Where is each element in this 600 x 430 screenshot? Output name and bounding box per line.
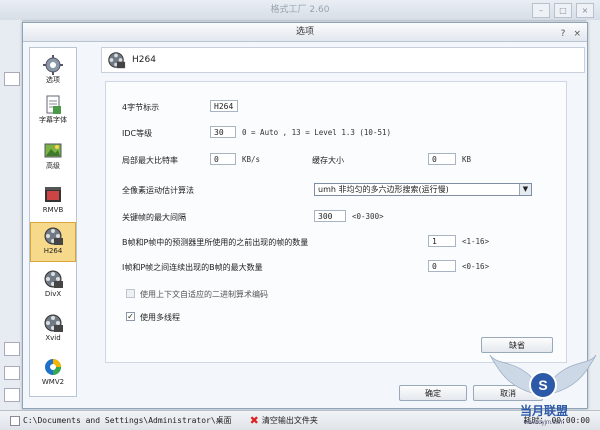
output-path[interactable]: C:\Documents and Settings\Administrator\…: [10, 415, 232, 426]
sidebar-item-label: WMV2: [41, 378, 65, 386]
content-title: H264: [132, 55, 156, 65]
sidebar-item-label: RMVB: [42, 206, 64, 214]
maximize-button[interactable]: □: [554, 3, 572, 18]
multithread-label: 使用多线程: [140, 313, 180, 322]
status-bar: C:\Documents and Settings\Administrator\…: [0, 410, 600, 430]
idc-label: IDC等级: [122, 129, 153, 138]
motion-estimation-value: umh 非均匀的多六边形搜索(运行慢): [318, 185, 449, 194]
sidebar-item-h264[interactable]: H264: [30, 222, 76, 262]
keyint-label: 关键帧的最大间隔: [122, 213, 186, 222]
cabac-checkbox[interactable]: [126, 289, 135, 298]
ref-frames-label: B帧和P帧中的预测器里所使用的之前出现的帧的数量: [122, 238, 309, 247]
film-reel-icon: [44, 227, 63, 245]
dialog-title: 选项: [295, 27, 314, 37]
sidebar-item-divx[interactable]: DivX: [30, 266, 76, 306]
sidebar-item-options[interactable]: 选项: [30, 52, 76, 92]
sidebar-item-label: 字幕字体: [39, 116, 67, 124]
ref-frames-hint: <1-16>: [462, 237, 490, 246]
app-right-panel: [586, 20, 600, 410]
panel-toggle-icon[interactable]: [4, 72, 20, 86]
document-icon: [46, 95, 61, 114]
bframes-input[interactable]: 0: [428, 260, 456, 272]
clear-output-label: 清空输出文件夹: [261, 416, 318, 425]
minimize-button[interactable]: –: [532, 3, 550, 18]
sidebar-item-wmv2[interactable]: WMV2: [30, 354, 76, 394]
film-reel-icon: [108, 52, 126, 69]
image-icon: [44, 143, 62, 158]
bitrate-unit: KB/s: [242, 155, 261, 164]
idc-input[interactable]: 30: [210, 126, 236, 138]
film-reel-icon: [44, 270, 63, 288]
bitrate-input[interactable]: 0: [210, 153, 236, 165]
close-button[interactable]: ×: [576, 3, 594, 18]
sidebar-item-xvid[interactable]: Xvid: [30, 310, 76, 350]
fourcc-input[interactable]: H264: [210, 100, 238, 112]
sidebar-item-label: Xvid: [45, 334, 61, 342]
fourcc-label: 4字节标示: [122, 103, 160, 112]
sidebar-item-label: H264: [43, 247, 63, 255]
buffer-label: 缓存大小: [312, 156, 344, 165]
multithread-checkbox[interactable]: ✓: [126, 312, 135, 321]
sidebar-item-label: DivX: [44, 290, 62, 298]
options-dialog: 选项 ? × 选项 字幕字体 高级 RMVB H264 DivX Xvid WM…: [22, 22, 588, 409]
film-icon: [45, 187, 61, 202]
options-sidebar: 选项 字幕字体 高级 RMVB H264 DivX Xvid WMV2: [29, 47, 77, 397]
elapsed-time-label: 耗时：: [523, 416, 548, 425]
cancel-button[interactable]: 取消: [473, 385, 543, 401]
sidebar-item-advanced[interactable]: 高级: [30, 138, 76, 178]
wmv-icon: [45, 359, 61, 375]
ref-frames-input[interactable]: 1: [428, 235, 456, 247]
help-icon[interactable]: ?: [561, 25, 566, 43]
chevron-down-icon[interactable]: ▼: [519, 184, 531, 195]
elapsed-time-value: 00:00:00: [551, 416, 590, 425]
close-icon[interactable]: ×: [573, 25, 581, 43]
ok-button[interactable]: 确定: [399, 385, 467, 401]
keyint-hint: <0-300>: [352, 212, 384, 221]
h264-settings-panel: 4字节标示 H264 IDC等级 30 0 = Auto , 13 = Leve…: [105, 81, 567, 363]
output-path-text: C:\Documents and Settings\Administrator\…: [23, 416, 232, 425]
buffer-input[interactable]: 0: [428, 153, 456, 165]
clear-output-button[interactable]: ✖ 清空输出文件夹: [250, 414, 318, 427]
film-reel-icon: [44, 314, 63, 332]
default-button[interactable]: 缺省: [481, 337, 553, 353]
keyint-input[interactable]: 300: [314, 210, 346, 222]
motion-estimation-select[interactable]: umh 非均匀的多六边形搜索(运行慢) ▼: [314, 183, 532, 196]
dialog-titlebar: 选项 ? ×: [23, 23, 587, 42]
app-title: 格式工厂 2.60: [270, 5, 330, 15]
app-left-panel: [0, 20, 23, 410]
motion-estimation-label: 全像素运动估计算法: [122, 186, 194, 195]
buffer-unit: KB: [462, 155, 472, 164]
app-titlebar: 格式工厂 2.60 – □ ×: [0, 0, 600, 21]
content-header: H264: [101, 47, 585, 73]
panel-toggle-icon[interactable]: [4, 366, 20, 380]
bframes-hint: <0-16>: [462, 262, 490, 271]
sidebar-item-rmvb[interactable]: RMVB: [30, 182, 76, 222]
panel-toggle-icon[interactable]: [4, 342, 20, 356]
folder-icon: [10, 415, 20, 426]
gear-icon: [43, 55, 63, 75]
elapsed-time: 耗时： 00:00:00: [523, 415, 590, 426]
cabac-label: 使用上下文自适应的二进制算术编码: [140, 290, 268, 299]
bframes-label: I帧和P帧之间连续出现的B帧的最大数量: [122, 263, 263, 272]
delete-icon: ✖: [249, 414, 259, 427]
app-window-buttons: – □ ×: [532, 3, 594, 18]
sidebar-item-label: 高级: [46, 162, 60, 170]
sidebar-item-subtitle-font[interactable]: 字幕字体: [30, 92, 76, 132]
idc-hint: 0 = Auto , 13 = Level 1.3 (10-51): [242, 128, 392, 137]
panel-toggle-icon[interactable]: [4, 388, 20, 402]
bitrate-label: 局部最大比特率: [122, 156, 178, 165]
sidebar-item-label: 选项: [46, 76, 60, 84]
